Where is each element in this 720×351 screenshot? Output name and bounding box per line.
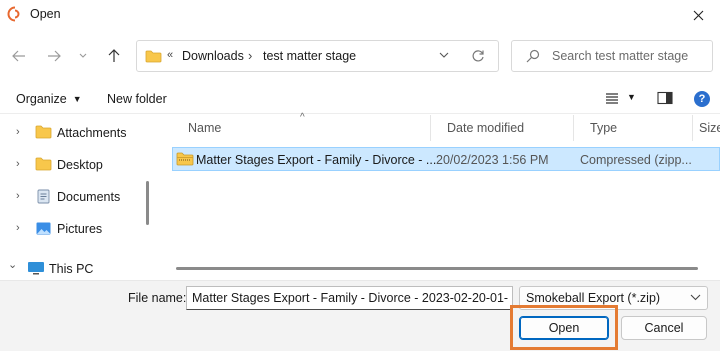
breadcrumb-downloads[interactable]: Downloads [182, 49, 244, 63]
organize-button[interactable]: Organize ▼ [16, 92, 82, 106]
navigation-bar: « Downloads › test matter stage Search t… [0, 36, 720, 76]
column-header-name[interactable]: Name [172, 115, 431, 141]
view-options-icon[interactable] [605, 91, 619, 105]
chevron-right-icon[interactable]: › [16, 126, 20, 138]
back-button[interactable] [8, 45, 30, 67]
view-caret-icon[interactable]: ▼ [627, 92, 636, 102]
column-header-date-modified[interactable]: Date modified [431, 115, 574, 141]
file-name-label: File name: [128, 291, 187, 305]
sidebar-item-documents[interactable]: › Documents [0, 184, 140, 210]
preview-pane-icon[interactable] [657, 91, 673, 105]
arrow-right-icon [48, 50, 61, 62]
sidebar-item-label: Pictures [57, 222, 103, 236]
navigation-pane: › Attachments › Desktop › Documents › Pi… [0, 115, 153, 280]
file-row[interactable]: Matter Stages Export - Family - Divorce … [172, 147, 720, 171]
search-icon [526, 49, 540, 63]
file-name-cell: Matter Stages Export - Family - Divorce … [196, 153, 437, 167]
overflow-chevron[interactable]: « [167, 49, 173, 61]
refresh-icon[interactable] [471, 49, 485, 63]
cancel-button[interactable]: Cancel [621, 316, 707, 340]
file-type-value: Smokeball Export (*.zip) [526, 291, 661, 305]
file-date-cell: 20/02/2023 1:56 PM [436, 153, 549, 167]
help-icon[interactable]: ? [694, 91, 710, 107]
chevron-down-icon [79, 53, 87, 58]
file-type-cell: Compressed (zipp... [580, 153, 692, 167]
new-folder-button[interactable]: New folder [107, 92, 167, 106]
organize-label: Organize [16, 92, 67, 106]
sidebar-item-desktop[interactable]: › Desktop [0, 152, 140, 178]
search-box[interactable]: Search test matter stage [511, 40, 713, 72]
address-dropdown-icon[interactable] [439, 51, 449, 59]
arrow-up-icon [108, 49, 120, 62]
smokeball-logo-icon [7, 6, 20, 22]
sidebar-item-pictures[interactable]: › Pictures [0, 216, 140, 242]
sidebar-item-label: Attachments [57, 126, 127, 140]
breadcrumb-separator[interactable]: › [248, 48, 252, 63]
documents-icon [37, 189, 50, 204]
command-bar: Organize ▼ New folder ▼ ? [0, 84, 720, 114]
chevron-down-icon [690, 294, 701, 301]
column-header-size[interactable]: Size [683, 115, 720, 141]
pictures-icon [36, 222, 51, 235]
file-name-input[interactable]: Matter Stages Export - Family - Divorce … [186, 286, 513, 310]
folder-icon [35, 125, 52, 139]
folder-icon [145, 50, 162, 63]
sidebar-scrollbar[interactable] [146, 181, 149, 225]
up-button[interactable] [103, 45, 125, 67]
window-title: Open [30, 7, 61, 21]
breadcrumb-test-matter-stage[interactable]: test matter stage [263, 49, 356, 63]
folder-icon [35, 157, 52, 171]
title-bar: Open [0, 0, 720, 30]
sidebar-item-label: This PC [49, 262, 94, 276]
arrow-left-icon [12, 50, 25, 62]
chevron-right-icon[interactable]: › [16, 222, 20, 234]
chevron-right-icon[interactable]: › [16, 158, 20, 170]
chevron-down-icon[interactable]: ⌄ [8, 258, 17, 271]
forward-button[interactable] [43, 45, 65, 67]
search-placeholder: Search test matter stage [552, 49, 689, 63]
sidebar-item-label: Desktop [57, 158, 103, 172]
sidebar-item-label: Documents [57, 190, 121, 204]
close-icon [693, 10, 703, 20]
column-header-type[interactable]: Type [574, 115, 693, 141]
computer-icon [28, 262, 44, 275]
close-button[interactable] [676, 0, 720, 30]
recent-locations-button[interactable] [74, 45, 92, 67]
sidebar-item-attachments[interactable]: › Attachments [0, 120, 140, 146]
file-list: ^ Name Date modified Type Size Matter St… [172, 112, 720, 280]
footer-panel: File name: Matter Stages Export - Family… [0, 280, 720, 351]
zip-folder-icon [176, 152, 194, 166]
sidebar-item-this-pc[interactable]: ⌄ This PC [0, 256, 140, 282]
open-button[interactable]: Open [519, 316, 609, 340]
caret-down-icon: ▼ [72, 94, 82, 104]
file-name-value: Matter Stages Export - Family - Divorce … [192, 291, 509, 305]
address-bar[interactable]: « Downloads › test matter stage [136, 40, 499, 72]
horizontal-scrollbar[interactable] [176, 267, 698, 270]
chevron-right-icon[interactable]: › [16, 190, 20, 202]
